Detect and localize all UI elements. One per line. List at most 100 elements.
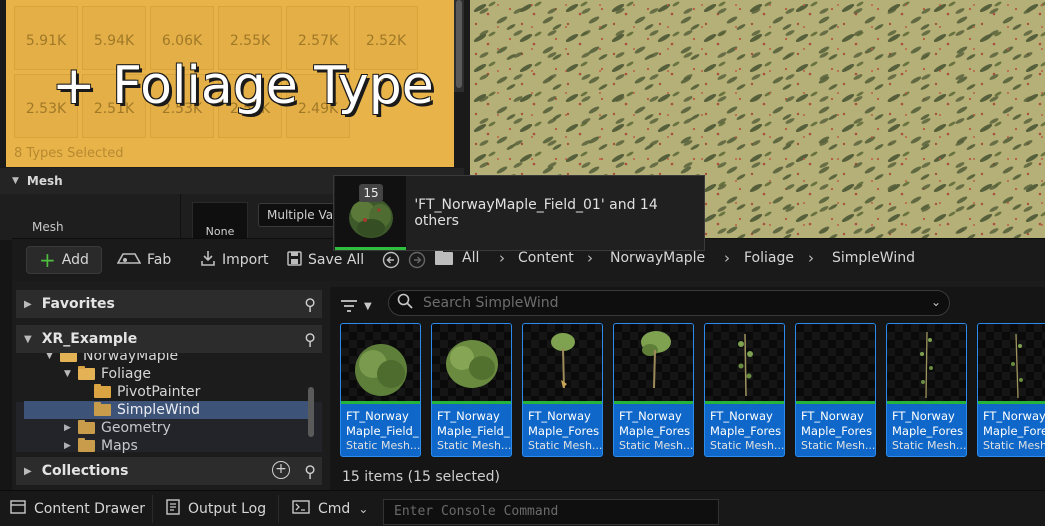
asset-type: Static Mesh... (437, 439, 512, 452)
add-button[interactable]: + Add (26, 246, 102, 274)
property-divider (180, 194, 181, 240)
favorites-section-header[interactable]: ▶ Favorites ⚲ (16, 290, 322, 318)
breadcrumb-foliage[interactable]: Foliage (744, 250, 794, 266)
foliage-tile-count: 5.91K (25, 33, 67, 49)
output-log-button[interactable]: Output Log (166, 495, 266, 523)
asset-thumbnail (614, 324, 693, 404)
tree-item-pivotpainter[interactable]: PivotPainter (80, 383, 200, 401)
tree-item-norwaymaple[interactable]: ▼ NorwayMaple (46, 353, 178, 365)
asset-type: Static Mesh... (892, 439, 967, 452)
search-icon[interactable]: ⚲ (304, 295, 316, 314)
breadcrumb-chevron-icon: › (587, 249, 593, 267)
console-command-input[interactable]: Enter Console Command (383, 499, 719, 525)
collections-title: Collections (41, 463, 129, 479)
project-section-header[interactable]: ▼ XR_Example ⚲ (16, 325, 322, 353)
breadcrumb-simplewind[interactable]: SimpleWind (832, 250, 915, 266)
types-selected-label: 8 Types Selected (14, 146, 124, 161)
asset-type: Static Mesh... (983, 439, 1045, 452)
collections-section-header[interactable]: ▶ Collections + ⚲ (16, 457, 322, 485)
asset-thumbnail (978, 324, 1045, 404)
add-foliage-type-drop-hint: + Foliage Type (52, 56, 434, 116)
save-icon (287, 250, 302, 270)
cmd-dropdown[interactable]: Cmd ⌄ (292, 495, 368, 523)
fab-button-label: Fab (147, 252, 172, 268)
content-drawer-label: Content Drawer (34, 501, 146, 517)
tree-item-foliage[interactable]: ▼ Foliage (64, 365, 151, 383)
divider (152, 495, 153, 523)
foliage-tile-count: 2.52K (365, 33, 407, 49)
sapling-thumbnail-icon (738, 333, 753, 397)
terminal-icon (292, 500, 310, 518)
asset-tile[interactable]: FT_Norway Maple_Forest_ Static Mesh... (886, 323, 967, 457)
breadcrumb-norwaymaple[interactable]: NorwayMaple (610, 250, 705, 266)
asset-thumbnail (432, 324, 511, 404)
chevron-down-icon: ▼ (12, 176, 19, 186)
import-icon (200, 250, 216, 270)
asset-tile[interactable]: FT_Norway Maple_Forest_ Static Mesh... (795, 323, 876, 457)
asset-view: ▼ Search SimpleWind ⌄ FT_Norway Maple_Fi… (330, 287, 1045, 491)
asset-grid: FT_Norway Maple_Field_ Static Mesh... FT… (340, 323, 1045, 459)
chevron-down-icon: ▼ (64, 369, 71, 379)
chevron-down-icon: ▼ (364, 300, 372, 312)
drag-drop-tooltip: 15 'FT_NorwayMaple_Field_01' and 14 othe… (333, 175, 705, 251)
asset-type: Static Mesh... (801, 439, 876, 452)
filter-button[interactable]: ▼ (340, 293, 380, 319)
plus-icon: + (39, 248, 56, 272)
asset-tile[interactable]: FT_Norway Maple_Field_ Static Mesh... (431, 323, 512, 457)
import-button-label: Import (222, 252, 269, 268)
cmd-label: Cmd (318, 501, 351, 517)
asset-tile[interactable]: FT_Norway Maple_Forest_ Static Mesh... (522, 323, 603, 457)
asset-tile[interactable]: FT_Norway Maple_Field_ Static Mesh... (340, 323, 421, 457)
chevron-right-icon: ▶ (24, 298, 32, 310)
project-title: XR_Example (41, 331, 138, 347)
asset-name: FT_Norway Maple_Forest_ (801, 409, 873, 438)
drag-count-badge: 15 (359, 184, 383, 202)
drag-tooltip-text: 'FT_NorwayMaple_Field_01' and 14 others (414, 197, 658, 229)
foliage-tile-count: 6.06K (161, 33, 203, 49)
foliage-tile-count: 5.94K (93, 33, 135, 49)
asset-name: FT_Norway Maple_Forest_ (528, 409, 600, 438)
import-button[interactable]: Import (200, 246, 268, 274)
divider (278, 495, 279, 523)
search-icon[interactable]: ⚲ (304, 462, 316, 481)
tree-scrollbar[interactable] (308, 387, 314, 437)
sapling-thumbnail-icon (1011, 333, 1023, 399)
items-count-status: 15 items (15 selected) (342, 469, 500, 485)
drag-asset-thumbnail: 15 (335, 176, 407, 250)
asset-tile[interactable]: FT_Norway Maple_Forest_ Static Mesh... (613, 323, 694, 457)
search-icon[interactable]: ⚲ (304, 330, 316, 349)
add-collection-icon[interactable]: + (272, 461, 290, 479)
foliage-type-grid[interactable]: 5.91K 5.94K 6.06K 2.55K 2.57K 2.52K 2.53… (6, 0, 454, 167)
asset-name: FT_Norway Maple_Forest_ (983, 409, 1045, 438)
filter-icon (341, 300, 357, 312)
breadcrumb-content[interactable]: Content (518, 250, 574, 266)
tree-hover-band (16, 402, 322, 452)
sapling-thumbnail-icon (920, 331, 933, 399)
asset-tile[interactable]: FT_Norway Maple_Forest_ Static Mesh... (977, 323, 1045, 457)
chevron-down-icon: ▼ (46, 353, 53, 361)
content-drawer-icon (10, 500, 26, 518)
fab-icon (116, 251, 142, 269)
foliage-scrollbar-thumb[interactable] (456, 0, 462, 88)
bush-thumbnail-icon (446, 340, 498, 388)
asset-tile[interactable]: FT_Norway Maple_Forest_ Static Mesh... (704, 323, 785, 457)
folder-icon[interactable] (435, 249, 453, 265)
breadcrumb-all[interactable]: All (462, 250, 479, 266)
chevron-down-icon[interactable]: ⌄ (931, 295, 941, 309)
foliage-scrollbar[interactable] (454, 0, 464, 92)
asset-thumbnail (523, 324, 602, 404)
search-icon (397, 293, 413, 313)
asset-name: FT_Norway Maple_Field_ (437, 409, 510, 438)
bottom-status-bar: Content Drawer Output Log Cmd ⌄ Enter Co… (0, 490, 1045, 526)
fab-button[interactable]: Fab (116, 246, 172, 274)
content-drawer-button[interactable]: Content Drawer (10, 495, 145, 523)
search-input[interactable]: Search SimpleWind ⌄ (388, 290, 950, 316)
asset-name: FT_Norway Maple_Forest_ (892, 409, 964, 438)
breadcrumb-chevron-icon: › (808, 249, 814, 267)
tree-item-label: NorwayMaple (83, 353, 179, 364)
editor-window: 5.91K 5.94K 6.06K 2.55K 2.57K 2.52K 2.53… (0, 0, 1045, 526)
chevron-right-icon: ▶ (24, 465, 32, 477)
asset-type: Static Mesh... (710, 439, 785, 452)
output-log-icon (166, 499, 180, 519)
favorites-title: Favorites (41, 296, 115, 312)
